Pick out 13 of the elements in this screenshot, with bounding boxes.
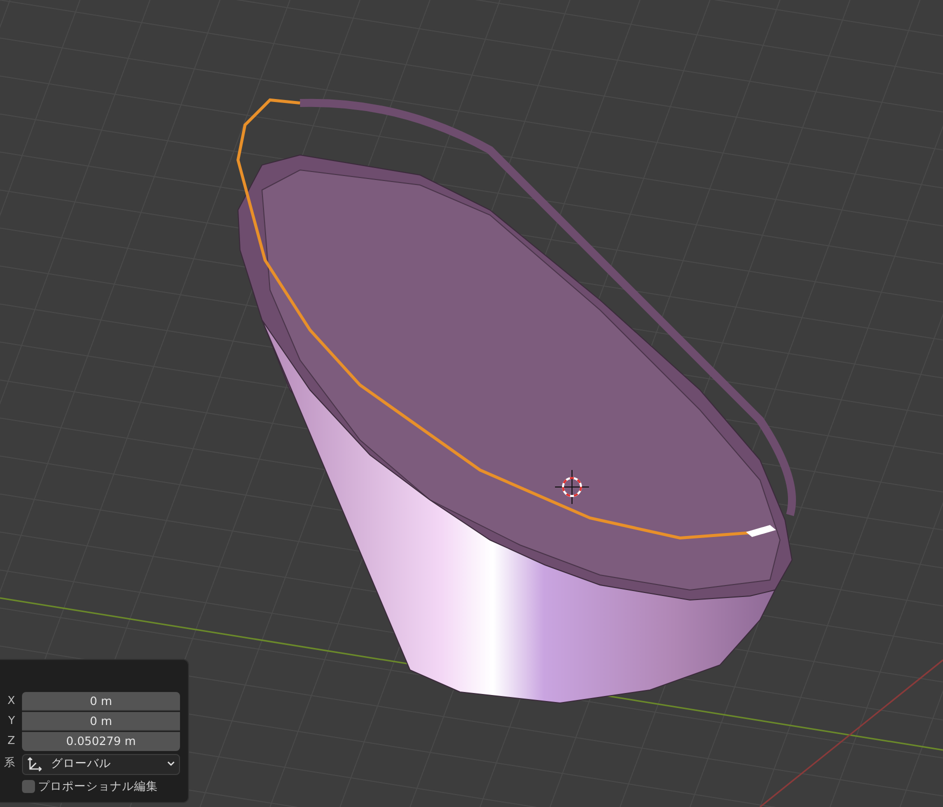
field-label: 系 [3,754,16,771]
axis-label: X [6,692,16,709]
orientation-dropdown[interactable]: グローバル [22,754,180,774]
checkbox-label: プロポーショナル編集 [38,778,158,795]
number-field[interactable]: 0 m [22,692,180,710]
crosshair-cursor-icon [554,470,590,504]
axis-label: Z [6,732,16,749]
caret-icon [167,761,175,767]
number-field[interactable]: 0 m [22,712,180,730]
axes-icon [27,756,43,772]
number-field[interactable]: 0.050279 m [22,732,180,750]
checkbox[interactable] [22,780,35,794]
axis-label: Y [7,712,16,729]
